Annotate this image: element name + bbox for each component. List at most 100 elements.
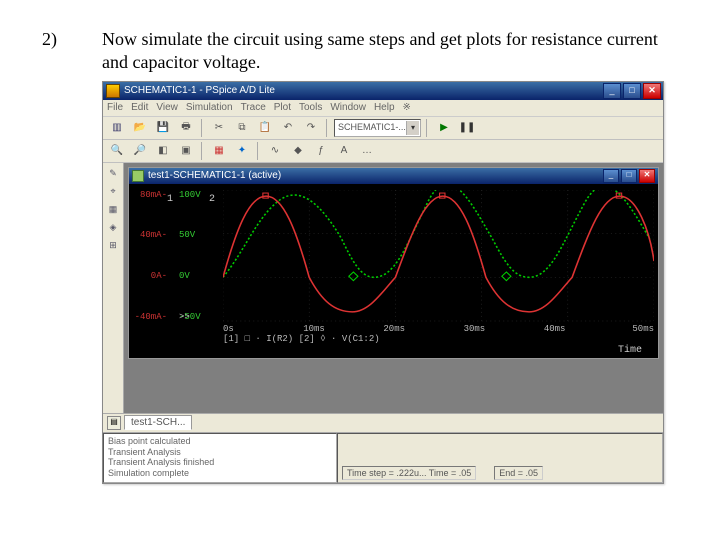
- menu-plot[interactable]: Plot: [274, 102, 291, 113]
- toolbar-separator: [326, 119, 329, 137]
- pspice-window: SCHEMATIC1-1 - PSpice A/D Lite _ □ ✕ Fil…: [102, 81, 664, 484]
- left-sidebar: ✎ ⌖ ▦ ◈ ⊞: [103, 163, 124, 413]
- x-axis-label: Time: [129, 344, 658, 358]
- status-pane: Time step = .222u... Time = .05 End = .0…: [337, 433, 663, 483]
- window-title: SCHEMATIC1-1 - PSpice A/D Lite: [124, 85, 601, 96]
- toolbar-zoom: 🔍 🔎 ◧ ▣ ▦ ✦ ∿ ◆ ƒ A …: [103, 140, 663, 163]
- zoom-in-icon[interactable]: 🔍: [107, 141, 127, 161]
- y2-tick: 100V: [179, 190, 207, 200]
- run-icon[interactable]: ▶: [434, 118, 454, 138]
- print-icon[interactable]: 🖶: [176, 118, 196, 138]
- close-button[interactable]: ✕: [643, 83, 661, 99]
- maximize-button[interactable]: □: [623, 83, 641, 99]
- sidebar-tool-4[interactable]: ◈: [106, 221, 120, 235]
- output-log[interactable]: Bias point calculated Transient Analysis…: [103, 433, 337, 483]
- menu-extra-icon[interactable]: ※: [403, 102, 411, 113]
- sheet-tabstrip: ▤ test1-SCH...: [103, 413, 663, 432]
- save-icon[interactable]: 💾: [153, 118, 173, 138]
- menu-view[interactable]: View: [156, 102, 178, 113]
- zoom-area-icon[interactable]: ◧: [153, 141, 173, 161]
- sidebar-tool-5[interactable]: ⊞: [106, 239, 120, 253]
- menu-tools[interactable]: Tools: [299, 102, 322, 113]
- log-line: Transient Analysis: [108, 447, 332, 458]
- more-icon[interactable]: …: [357, 141, 377, 161]
- y2-tick: 0V: [179, 271, 207, 281]
- y1-tick: 0A-: [131, 271, 167, 281]
- x-tick: 10ms: [303, 324, 383, 334]
- sheet-icon[interactable]: ▤: [107, 416, 121, 430]
- log-line: Transient Analysis finished: [108, 457, 332, 468]
- instruction-text: Now simulate the circuit using same step…: [102, 28, 678, 75]
- app-body: ✎ ⌖ ▦ ◈ ⊞ test1-SCHEMATIC1-1 (active) _ …: [103, 163, 663, 413]
- paste-icon[interactable]: 📋: [255, 118, 275, 138]
- pause-icon[interactable]: ❚❚: [457, 118, 477, 138]
- instruction-number: 2): [42, 28, 102, 75]
- sidebar-tool-3[interactable]: ▦: [106, 203, 120, 217]
- toolbar-separator: [257, 142, 260, 160]
- main-area: test1-SCHEMATIC1-1 (active) _ □ ✕ 1 2 80…: [124, 163, 663, 413]
- log-toggle-icon[interactable]: ▦: [209, 141, 229, 161]
- sheet-tab[interactable]: test1-SCH...: [124, 415, 192, 430]
- trace-legend: [1] □ · I(R2) [2] ◊ · V(C1:2): [223, 334, 654, 344]
- titlebar[interactable]: SCHEMATIC1-1 - PSpice A/D Lite _ □ ✕: [103, 82, 663, 100]
- x-tick: 0s: [223, 324, 303, 334]
- cursor-icon[interactable]: ✦: [232, 141, 252, 161]
- y-axis-2-ticks: 100V 50V 0V -50V: [179, 190, 207, 322]
- menu-file[interactable]: File: [107, 102, 123, 113]
- sidebar-tool-1[interactable]: ✎: [106, 167, 120, 181]
- marker-icon[interactable]: ◆: [288, 141, 308, 161]
- menu-trace[interactable]: Trace: [241, 102, 266, 113]
- axis-selector[interactable]: >>: [179, 312, 190, 322]
- plot-titlebar[interactable]: test1-SCHEMATIC1-1 (active) _ □ ✕: [129, 168, 658, 184]
- plot-area[interactable]: 1 2 80mA- 40mA- 0A- -40mA- 100V 50V 0V: [129, 184, 658, 344]
- plot-close-button[interactable]: ✕: [639, 169, 655, 183]
- log-line: Simulation complete: [108, 468, 332, 479]
- plot-title-text: test1-SCHEMATIC1-1 (active): [148, 170, 601, 181]
- y-axis-1-ticks: 80mA- 40mA- 0A- -40mA-: [131, 190, 167, 322]
- minimize-button[interactable]: _: [603, 83, 621, 99]
- x-tick: 20ms: [383, 324, 463, 334]
- log-line: Bias point calculated: [108, 436, 332, 447]
- waveform-chart[interactable]: [223, 190, 654, 322]
- x-tick: 30ms: [464, 324, 544, 334]
- axis-1-label: 1: [167, 194, 173, 205]
- x-axis-ticks: 0s 10ms 20ms 30ms 40ms 50ms: [223, 324, 654, 334]
- copy-icon[interactable]: ⧉: [232, 118, 252, 138]
- status-end: End = .05: [494, 466, 543, 480]
- toolbar-separator: [426, 119, 429, 137]
- y1-tick: 40mA-: [131, 230, 167, 240]
- cut-icon[interactable]: ✂: [209, 118, 229, 138]
- app-icon: [106, 84, 120, 98]
- menubar: File Edit View Simulation Trace Plot Too…: [103, 100, 663, 117]
- zoom-out-icon[interactable]: 🔎: [130, 141, 150, 161]
- menu-help[interactable]: Help: [374, 102, 395, 113]
- sidebar-tool-2[interactable]: ⌖: [106, 185, 120, 199]
- open-icon[interactable]: 📂: [130, 118, 150, 138]
- zoom-fit-icon[interactable]: ▣: [176, 141, 196, 161]
- plot-maximize-button[interactable]: □: [621, 169, 637, 183]
- plot-minimize-button[interactable]: _: [603, 169, 619, 183]
- redo-icon[interactable]: ↷: [301, 118, 321, 138]
- plot-window: test1-SCHEMATIC1-1 (active) _ □ ✕ 1 2 80…: [128, 167, 659, 359]
- x-tick: 50ms: [624, 324, 654, 334]
- x-tick: 40ms: [544, 324, 624, 334]
- y2-tick: 50V: [179, 230, 207, 240]
- menu-simulation[interactable]: Simulation: [186, 102, 233, 113]
- schematic-combo[interactable]: SCHEMATIC1-...: [334, 119, 421, 137]
- status-row: Bias point calculated Transient Analysis…: [103, 432, 663, 483]
- text-icon[interactable]: A: [334, 141, 354, 161]
- menu-window[interactable]: Window: [330, 102, 366, 113]
- y1-tick: 80mA-: [131, 190, 167, 200]
- trace-icon[interactable]: ∿: [265, 141, 285, 161]
- plot-icon: [132, 170, 144, 182]
- new-icon[interactable]: ▥: [107, 118, 127, 138]
- axis-2-label: 2: [209, 194, 215, 205]
- instruction-row: 2) Now simulate the circuit using same s…: [42, 28, 678, 75]
- menu-edit[interactable]: Edit: [131, 102, 148, 113]
- undo-icon[interactable]: ↶: [278, 118, 298, 138]
- toolbar-file: ▥ 📂 💾 🖶 ✂ ⧉ 📋 ↶ ↷ SCHEMATIC1-... ▶ ❚❚: [103, 117, 663, 140]
- toolbar-separator: [201, 142, 204, 160]
- eval-icon[interactable]: ƒ: [311, 141, 331, 161]
- toolbar-separator: [201, 119, 204, 137]
- status-time-step: Time step = .222u... Time = .05: [342, 466, 476, 480]
